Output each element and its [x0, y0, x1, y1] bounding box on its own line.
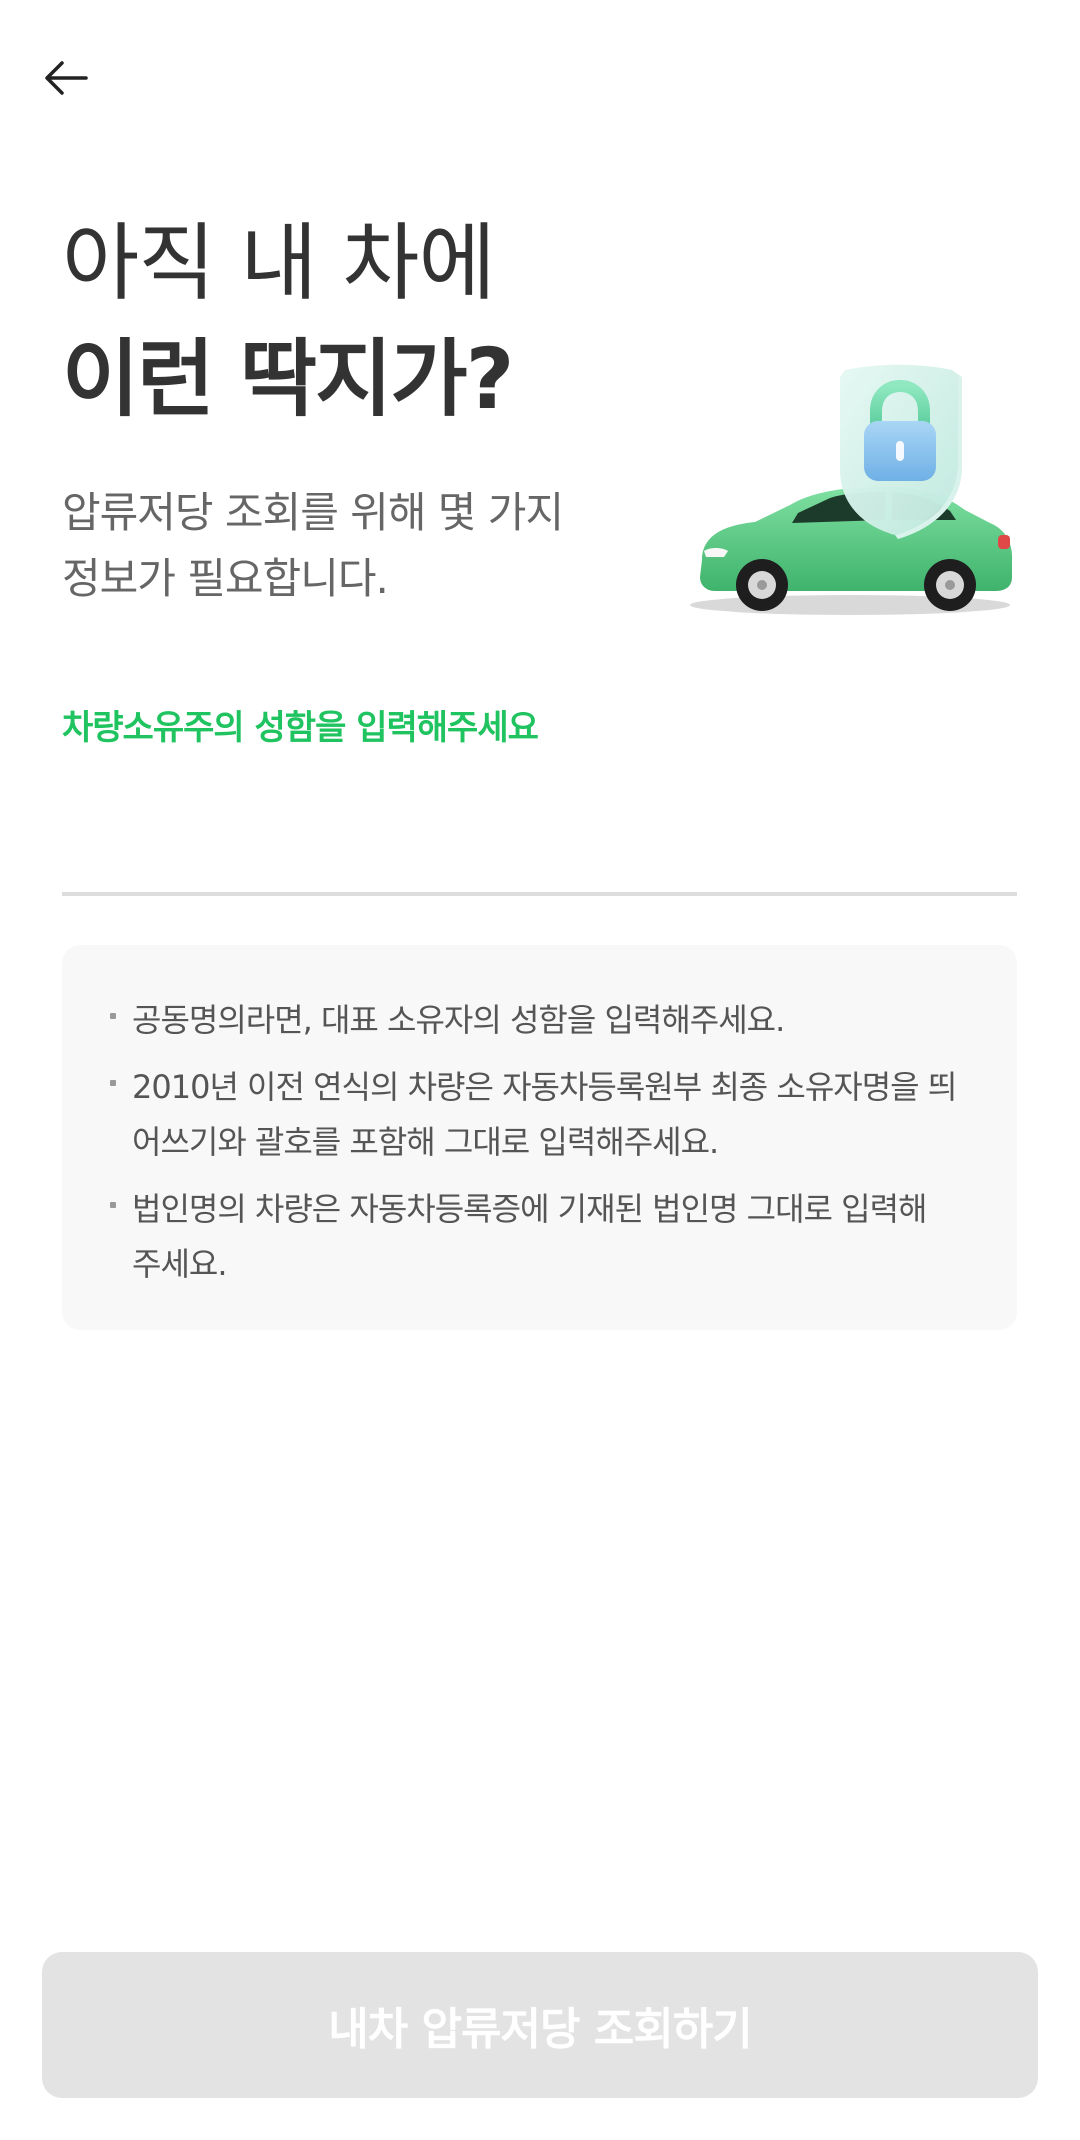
owner-name-label: 차량소유주의 성함을 입력해주세요 [62, 708, 539, 748]
notice-item: 2010년 이전 연식의 차량은 자동차등록원부 최종 소유자명을 띄 어쓰기와… [110, 1060, 977, 1170]
notice-item: 법인명의 차량은 자동차등록증에 기재된 법인명 그대로 입력해 주세요. [110, 1182, 977, 1292]
owner-name-input[interactable] [62, 780, 1017, 896]
back-button[interactable] [36, 48, 96, 108]
subtitle-line-2: 정보가 필요합니다. [62, 554, 389, 603]
car-with-lock-shield-icon [680, 355, 1020, 625]
headline-line-2: 이런 딱지가? [62, 330, 514, 428]
submit-button[interactable]: 내차 압류저당 조회하기 [42, 1952, 1038, 2098]
notice-text: 어쓰기와 괄호를 포함해 그대로 입력해주세요. [132, 1123, 719, 1161]
notice-text: 법인명의 차량은 자동차등록증에 기재된 법인명 그대로 입력해 [132, 1190, 927, 1228]
bullet-icon [110, 1202, 116, 1208]
page-title: 아직 내 차에 이런 딱지가? [62, 205, 682, 437]
subtitle-line-1: 압류저당 조회를 위해 몇 가지 [62, 488, 564, 537]
bullet-icon [110, 1080, 116, 1086]
notice-text: 주세요. [132, 1245, 228, 1283]
page-subtitle: 압류저당 조회를 위해 몇 가지 정보가 필요합니다. [62, 480, 662, 612]
notice-item: 공동명의라면, 대표 소유자의 성함을 입력해주세요. [110, 993, 977, 1048]
notice-text: 2010년 이전 연식의 차량은 자동차등록원부 최종 소유자명을 띄 [132, 1068, 957, 1106]
notice-box: 공동명의라면, 대표 소유자의 성함을 입력해주세요. 2010년 이전 연식의… [62, 945, 1017, 1330]
bullet-icon [110, 1013, 116, 1019]
headline-line-1: 아직 내 차에 [62, 214, 496, 312]
arrow-left-icon [45, 61, 88, 95]
notice-text: 공동명의라면, 대표 소유자의 성함을 입력해주세요. [132, 1001, 785, 1039]
